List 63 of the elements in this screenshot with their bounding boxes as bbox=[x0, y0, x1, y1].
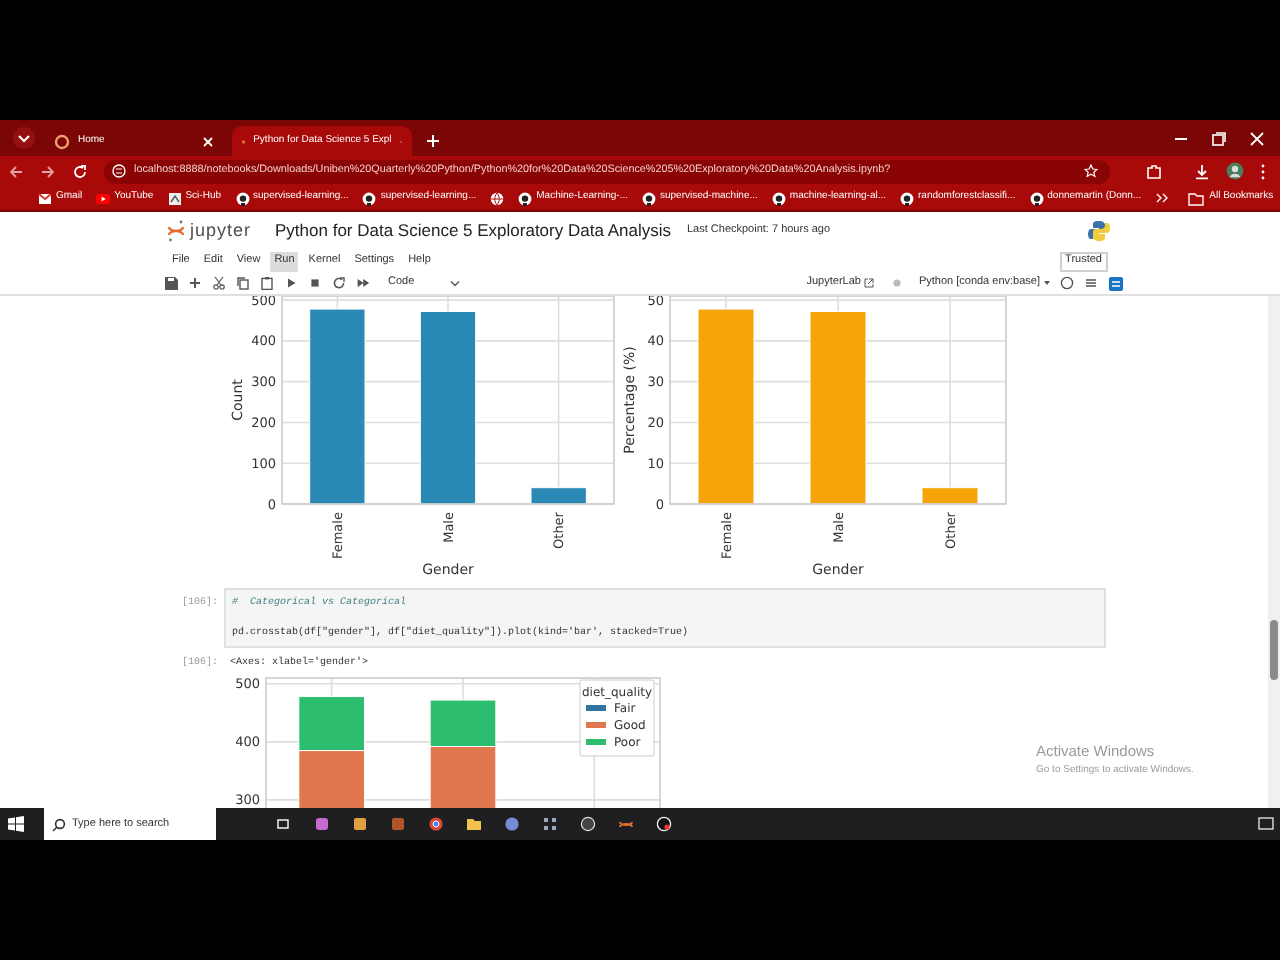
task-view-icon[interactable] bbox=[276, 816, 292, 832]
new-tab-icon[interactable] bbox=[426, 134, 440, 148]
browser-icon[interactable] bbox=[580, 816, 596, 832]
add-icon[interactable] bbox=[188, 276, 202, 290]
profile-icon[interactable] bbox=[1226, 162, 1244, 180]
notebook-title[interactable]: Python for Data Science 5 Exploratory Data Analysis bbox=[275, 218, 671, 244]
logo-icon bbox=[167, 191, 182, 205]
mail-icon bbox=[38, 191, 52, 205]
stop-icon[interactable] bbox=[308, 276, 322, 290]
github-icon bbox=[362, 191, 377, 205]
download-icon[interactable] bbox=[1194, 163, 1210, 179]
search-icon bbox=[52, 817, 66, 831]
external-link-icon bbox=[864, 278, 875, 288]
folder-icon[interactable] bbox=[466, 816, 482, 832]
paste-icon[interactable] bbox=[260, 276, 274, 290]
github-icon bbox=[642, 191, 656, 205]
cut-icon[interactable] bbox=[212, 276, 226, 290]
github-icon bbox=[771, 191, 786, 205]
scrollbar[interactable] bbox=[1268, 296, 1280, 808]
forward-icon[interactable] bbox=[40, 163, 56, 179]
caret-icon bbox=[1044, 280, 1050, 286]
spinner-icon bbox=[54, 133, 70, 149]
panel-icon[interactable] bbox=[1108, 275, 1124, 291]
legend-swatch bbox=[586, 738, 606, 744]
menu-icon[interactable] bbox=[1084, 276, 1098, 290]
notification-icon[interactable] bbox=[1258, 816, 1274, 832]
legend-swatch bbox=[586, 721, 606, 727]
save-icon[interactable] bbox=[164, 276, 178, 290]
browser-icon[interactable] bbox=[428, 816, 444, 832]
github-icon bbox=[518, 191, 533, 205]
play-icon bbox=[96, 191, 111, 205]
copy-icon[interactable] bbox=[236, 276, 250, 290]
notebook-icon[interactable] bbox=[618, 816, 634, 832]
chart-bar bbox=[298, 695, 365, 751]
globe-icon[interactable] bbox=[490, 191, 505, 205]
reload-icon[interactable] bbox=[72, 163, 88, 179]
github-icon bbox=[1029, 191, 1044, 205]
jupyter-logo-icon bbox=[168, 220, 184, 242]
extensions-icon[interactable] bbox=[1146, 163, 1162, 179]
media-icon[interactable] bbox=[352, 816, 368, 832]
restart-icon[interactable] bbox=[332, 276, 346, 290]
grid-icon[interactable] bbox=[542, 816, 558, 832]
more-icon[interactable] bbox=[1260, 163, 1266, 179]
tab-search-icon[interactable] bbox=[12, 126, 36, 150]
folder-icon bbox=[1187, 191, 1204, 205]
github-icon bbox=[900, 191, 915, 205]
run-icon[interactable] bbox=[284, 276, 298, 290]
caret-icon bbox=[450, 279, 461, 287]
windows-logo-icon[interactable] bbox=[8, 816, 24, 832]
minimize-icon[interactable] bbox=[1174, 132, 1188, 146]
kernel-status-icon bbox=[1060, 276, 1074, 290]
chevron-icon[interactable] bbox=[1155, 192, 1168, 204]
chart-bar bbox=[429, 698, 497, 746]
app-icon[interactable] bbox=[656, 816, 672, 832]
star-icon[interactable] bbox=[1084, 164, 1098, 178]
site-info-icon bbox=[112, 164, 126, 178]
logo-text: jupyter bbox=[190, 217, 252, 244]
python-logo-icon bbox=[1088, 220, 1110, 242]
github-icon bbox=[235, 191, 250, 205]
fast-forward-icon[interactable] bbox=[356, 276, 370, 290]
back-icon[interactable] bbox=[8, 163, 24, 179]
legend-swatch bbox=[586, 704, 606, 710]
maximize-icon[interactable] bbox=[1212, 132, 1226, 146]
